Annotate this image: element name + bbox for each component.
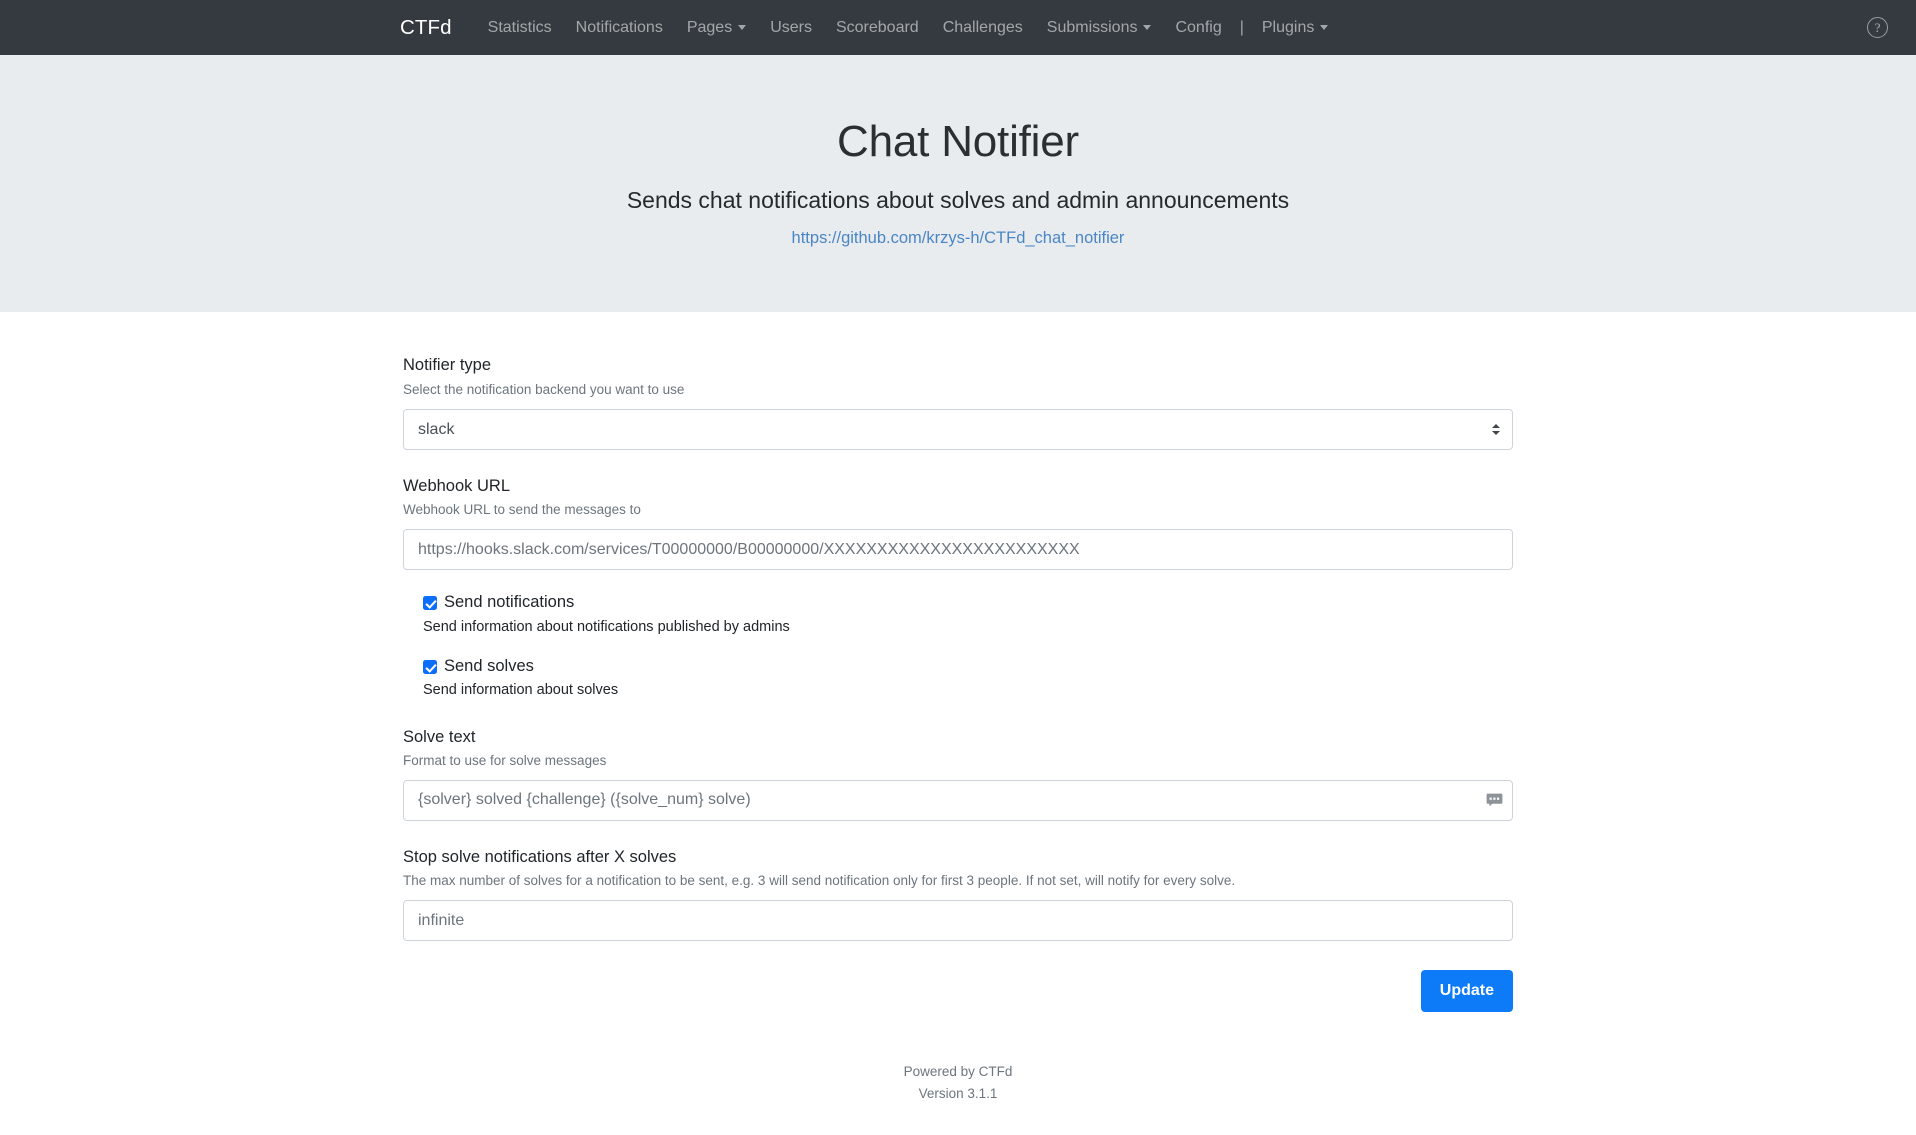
chevron-down-icon xyxy=(738,25,747,30)
send-solves-label[interactable]: Send solves xyxy=(444,656,534,677)
nav-item-label: Scoreboard xyxy=(835,18,919,36)
webhook-url-label: Webhook URL xyxy=(403,476,511,495)
main-navbar: CTFd Statistics Notifications Pages User… xyxy=(0,0,1916,55)
field-notifier-type: Notifier type Select the notification ba… xyxy=(403,355,1513,450)
submit-row: Update xyxy=(403,970,1513,1012)
notifier-type-label: Notifier type xyxy=(403,356,492,375)
field-send-solves: Send solves Send information about solve… xyxy=(403,656,1513,701)
page-subtitle: Sends chat notifications about solves an… xyxy=(626,186,1290,213)
field-solve-text: Solve text Format to use for solve messa… xyxy=(403,727,1513,821)
nav-item-plugins[interactable]: Plugins xyxy=(1250,12,1340,44)
navbar-inner: CTFd Statistics Notifications Pages User… xyxy=(0,12,1916,44)
field-stop-after: Stop solve notifications after X solves … xyxy=(403,847,1513,942)
nav-item-label: Notifications xyxy=(575,18,663,36)
send-solves-help: Send information about solves xyxy=(423,682,619,699)
nav-item-scoreboard[interactable]: Scoreboard xyxy=(824,12,931,44)
help-circle-icon[interactable]: ? xyxy=(1867,17,1888,38)
nav-item-pages[interactable]: Pages xyxy=(675,12,758,44)
nav-item-statistics[interactable]: Statistics xyxy=(476,12,564,44)
page-header: Chat Notifier Sends chat notifications a… xyxy=(0,55,1916,313)
nav-item-label: Submissions xyxy=(1046,18,1138,36)
send-solves-checkbox[interactable] xyxy=(423,659,437,674)
stop-after-input[interactable] xyxy=(403,900,1513,942)
page-title: Chat Notifier xyxy=(837,117,1079,166)
field-webhook-url: Webhook URL Webhook URL to send the mess… xyxy=(403,476,1513,571)
field-send-notifications: Send notifications Send information abou… xyxy=(403,592,1513,637)
send-notifications-help: Send information about notifications pub… xyxy=(423,618,790,635)
solve-text-input-wrap xyxy=(403,779,1513,821)
notifier-type-select[interactable]: slack xyxy=(403,408,1513,450)
update-button[interactable]: Update xyxy=(1420,970,1513,1012)
send-notifications-checkbox[interactable] xyxy=(423,595,437,610)
nav-item-notifications[interactable]: Notifications xyxy=(564,12,675,44)
send-solves-row: Send solves xyxy=(403,656,1513,677)
nav-item-label: Pages xyxy=(686,18,733,36)
chevron-down-icon xyxy=(1143,25,1152,30)
nav-item-challenges[interactable]: Challenges xyxy=(931,12,1035,44)
webhook-url-help: Webhook URL to send the messages to xyxy=(403,502,641,518)
solve-text-input[interactable] xyxy=(403,779,1513,821)
stop-after-label: Stop solve notifications after X solves xyxy=(403,847,677,866)
solve-text-help: Format to use for solve messages xyxy=(403,753,607,769)
notifier-type-help: Select the notification backend you want… xyxy=(403,381,685,397)
nav-item-users[interactable]: Users xyxy=(758,12,824,44)
send-notifications-label[interactable]: Send notifications xyxy=(444,592,574,613)
nav-item-label: Challenges xyxy=(942,18,1023,36)
nav-item-label: Statistics xyxy=(487,18,552,36)
powered-by-text: Powered by CTFd xyxy=(903,1063,1013,1079)
plugin-repo-link[interactable]: https://github.com/krzys-h/CTFd_chat_not… xyxy=(792,229,1125,247)
page-footer: Powered by CTFd Version 3.1.1 xyxy=(403,1061,1513,1135)
version-text: Version 3.1.1 xyxy=(918,1086,998,1102)
nav-item-label: Plugins xyxy=(1261,18,1315,36)
solve-text-label: Solve text xyxy=(403,727,476,746)
nav-item-config[interactable]: Config xyxy=(1163,12,1233,44)
webhook-url-input[interactable] xyxy=(403,529,1513,571)
navbar-links: Statistics Notifications Pages Users Sco… xyxy=(476,12,1341,44)
chevron-down-icon xyxy=(1320,25,1329,30)
stop-after-help: The max number of solves for a notificat… xyxy=(403,873,1236,889)
send-notifications-row: Send notifications xyxy=(403,592,1513,613)
notifier-type-select-wrap: slack xyxy=(403,408,1513,450)
navbar-brand[interactable]: CTFd xyxy=(400,16,452,40)
nav-item-label: Users xyxy=(770,18,812,36)
settings-form: Notifier type Select the notification ba… xyxy=(403,312,1513,1135)
comment-bubble-icon[interactable] xyxy=(1486,793,1503,807)
nav-item-submissions[interactable]: Submissions xyxy=(1035,12,1164,44)
navbar-divider: | xyxy=(1239,18,1244,36)
navbar-right: ? xyxy=(1867,17,1888,38)
nav-item-label: Config xyxy=(1175,18,1222,36)
